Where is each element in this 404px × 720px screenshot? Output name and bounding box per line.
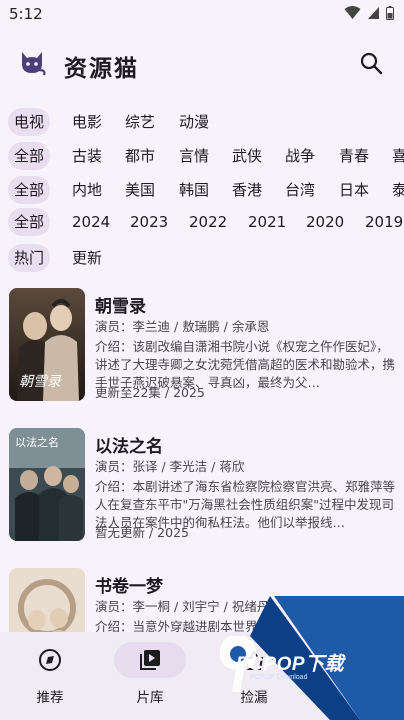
poster-title-text: 以法之名 [15,435,59,449]
nav-item-library[interactable]: 片库 [100,632,200,720]
chip-type[interactable]: 综艺 [125,108,155,136]
item-title: 书卷一梦 [95,577,163,597]
filter-row-genre: 全部 古装 都市 言情 武侠 战争 青春 喜 [8,142,404,170]
chip-genre[interactable]: 喜 [392,142,404,170]
poster-image: 朝雪录 [9,288,85,401]
chip-genre[interactable]: 战争 [285,142,315,170]
poster-image: 以法之名 [9,428,85,541]
wifi-icon [344,6,361,19]
status-icons [344,6,394,20]
cat-logo-icon [22,52,46,76]
filter-row-year: 全部 2024 2023 2022 2021 2020 2019 [8,208,404,236]
item-cast: 演员：李兰迪 / 敖瑞鹏 / 余承恩 [95,319,270,334]
watermark-text: PCPOP下载 [236,654,345,675]
status-bar: 5:12 [0,0,404,30]
item-title: 以法之名 [95,437,163,457]
list-item[interactable]: 以法之名 以法之名 演员：张译 / 李光洁 / 蒋欣 介绍：本剧讲述了海东省检察… [0,420,404,560]
search-icon[interactable] [358,50,384,76]
signal-icon [368,7,379,19]
nav-item-recommend[interactable]: 推荐 [0,632,100,720]
list-item[interactable]: 朝雪录 朝雪录 演员：李兰迪 / 敖瑞鹏 / 余承恩 介绍：该剧改编自潇湘书院小… [0,280,404,420]
filter-row-region: 全部 内地 美国 韩国 香港 台湾 日本 泰 [8,176,404,204]
chip-type[interactable]: 电影 [72,108,102,136]
chip-year[interactable]: 2019 [365,208,403,236]
chip-year[interactable]: 2024 [72,208,110,236]
item-status: 更新至22集 / 2025 [95,385,205,400]
chip-genre-active[interactable]: 全部 [8,142,51,170]
chip-region[interactable]: 日本 [339,176,369,204]
pcpop-watermark: PCPOP下载 PCPOP Download [210,596,404,720]
chip-year[interactable]: 2022 [189,208,227,236]
chip-region-active[interactable]: 全部 [8,176,51,204]
item-cast: 演员：张译 / 李光洁 / 蒋欣 [95,459,245,474]
chip-type[interactable]: 动漫 [179,108,209,136]
chip-genre[interactable]: 言情 [179,142,209,170]
chip-sort[interactable]: 更新 [72,244,102,272]
chip-year[interactable]: 2023 [130,208,168,236]
chip-year[interactable]: 2021 [248,208,286,236]
nav-label: 片库 [136,690,164,706]
app-bar: 资源猫 [0,40,404,88]
poster-title-text: 朝雪录 [19,374,62,390]
chip-region[interactable]: 韩国 [179,176,209,204]
chip-genre[interactable]: 武侠 [232,142,262,170]
chip-genre[interactable]: 都市 [125,142,155,170]
battery-icon [386,6,394,20]
chip-region[interactable]: 内地 [72,176,102,204]
chip-sort-active[interactable]: 热门 [8,244,51,272]
filter-row-sort: 热门 更新 [8,244,404,272]
app-title: 资源猫 [64,55,139,82]
filter-row-type: 电视 电影 综艺 动漫 [8,108,404,136]
chip-region[interactable]: 台湾 [285,176,315,204]
chip-region[interactable]: 泰 [392,176,404,204]
item-title: 朝雪录 [95,297,146,317]
item-status: 暂无更新 / 2025 [95,525,189,540]
chip-genre[interactable]: 青春 [339,142,369,170]
nav-label: 推荐 [36,690,64,706]
recommend-icon [39,649,61,671]
chip-genre[interactable]: 古装 [72,142,102,170]
chip-year[interactable]: 2020 [306,208,344,236]
chip-type-active[interactable]: 电视 [8,108,51,136]
chip-region[interactable]: 美国 [125,176,155,204]
chip-year-active[interactable]: 全部 [8,208,51,236]
library-icon [140,650,160,670]
watermark-subtext: PCPOP Download [250,674,308,681]
chip-region[interactable]: 香港 [232,176,262,204]
status-time: 5:12 [9,5,43,23]
